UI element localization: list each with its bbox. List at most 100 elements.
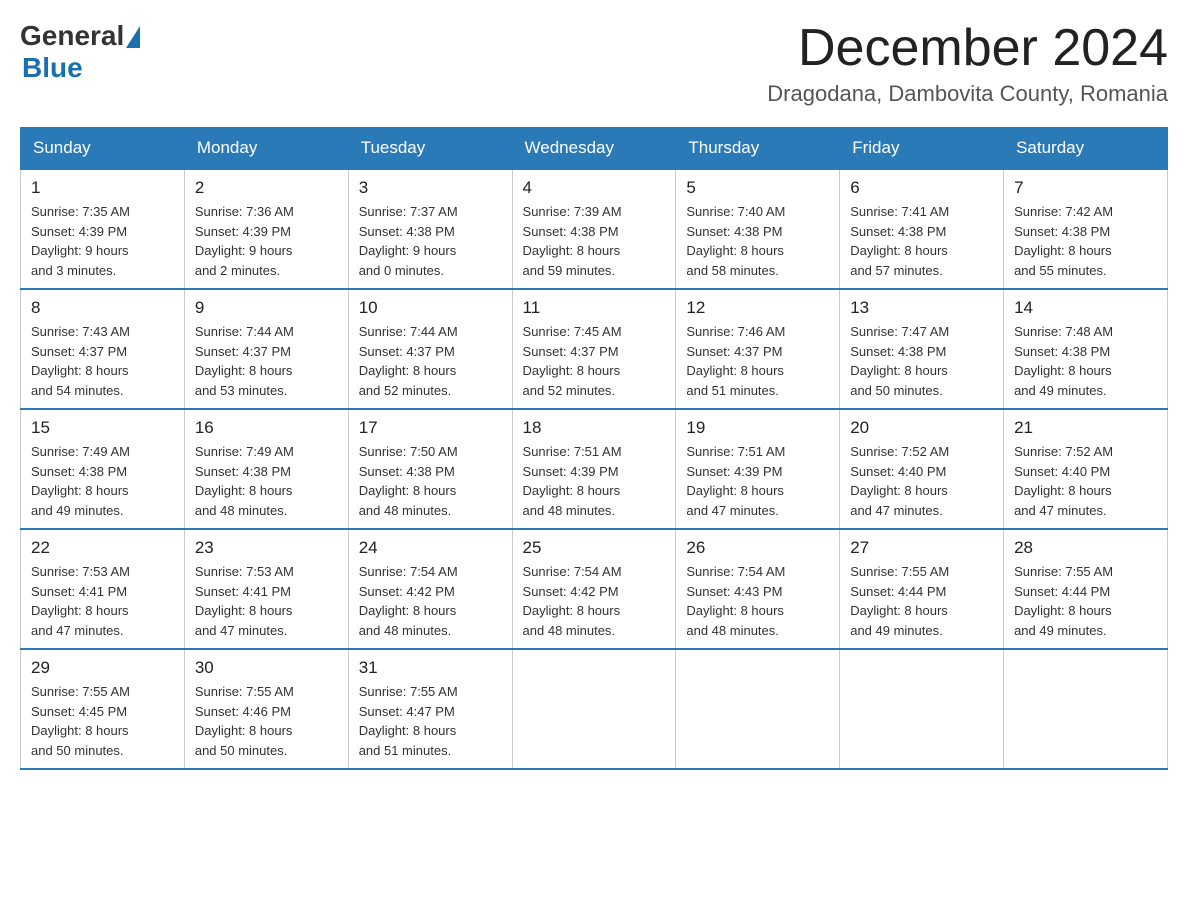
- calendar-cell: [1004, 649, 1168, 769]
- day-number: 4: [523, 178, 666, 198]
- calendar-cell: 14 Sunrise: 7:48 AMSunset: 4:38 PMDaylig…: [1004, 289, 1168, 409]
- calendar-cell: 28 Sunrise: 7:55 AMSunset: 4:44 PMDaylig…: [1004, 529, 1168, 649]
- logo: General Blue: [20, 20, 140, 84]
- calendar-cell: 6 Sunrise: 7:41 AMSunset: 4:38 PMDayligh…: [840, 169, 1004, 289]
- calendar-cell: 12 Sunrise: 7:46 AMSunset: 4:37 PMDaylig…: [676, 289, 840, 409]
- day-info: Sunrise: 7:53 AMSunset: 4:41 PMDaylight:…: [31, 564, 130, 638]
- calendar-cell: 23 Sunrise: 7:53 AMSunset: 4:41 PMDaylig…: [184, 529, 348, 649]
- location-subtitle: Dragodana, Dambovita County, Romania: [767, 81, 1168, 107]
- calendar-cell: 13 Sunrise: 7:47 AMSunset: 4:38 PMDaylig…: [840, 289, 1004, 409]
- day-info: Sunrise: 7:55 AMSunset: 4:44 PMDaylight:…: [850, 564, 949, 638]
- weekday-header-thursday: Thursday: [676, 128, 840, 170]
- day-number: 8: [31, 298, 174, 318]
- day-info: Sunrise: 7:51 AMSunset: 4:39 PMDaylight:…: [523, 444, 622, 518]
- day-number: 27: [850, 538, 993, 558]
- day-info: Sunrise: 7:42 AMSunset: 4:38 PMDaylight:…: [1014, 204, 1113, 278]
- calendar-cell: 5 Sunrise: 7:40 AMSunset: 4:38 PMDayligh…: [676, 169, 840, 289]
- day-info: Sunrise: 7:50 AMSunset: 4:38 PMDaylight:…: [359, 444, 458, 518]
- calendar-cell: 27 Sunrise: 7:55 AMSunset: 4:44 PMDaylig…: [840, 529, 1004, 649]
- calendar-cell: 18 Sunrise: 7:51 AMSunset: 4:39 PMDaylig…: [512, 409, 676, 529]
- day-number: 29: [31, 658, 174, 678]
- calendar-week-row: 15 Sunrise: 7:49 AMSunset: 4:38 PMDaylig…: [21, 409, 1168, 529]
- day-info: Sunrise: 7:54 AMSunset: 4:42 PMDaylight:…: [359, 564, 458, 638]
- day-number: 6: [850, 178, 993, 198]
- day-number: 15: [31, 418, 174, 438]
- day-number: 20: [850, 418, 993, 438]
- day-info: Sunrise: 7:44 AMSunset: 4:37 PMDaylight:…: [359, 324, 458, 398]
- calendar-cell: 22 Sunrise: 7:53 AMSunset: 4:41 PMDaylig…: [21, 529, 185, 649]
- calendar-cell: 8 Sunrise: 7:43 AMSunset: 4:37 PMDayligh…: [21, 289, 185, 409]
- day-info: Sunrise: 7:55 AMSunset: 4:45 PMDaylight:…: [31, 684, 130, 758]
- day-number: 22: [31, 538, 174, 558]
- day-number: 24: [359, 538, 502, 558]
- day-number: 10: [359, 298, 502, 318]
- day-number: 30: [195, 658, 338, 678]
- day-info: Sunrise: 7:43 AMSunset: 4:37 PMDaylight:…: [31, 324, 130, 398]
- calendar-cell: 25 Sunrise: 7:54 AMSunset: 4:42 PMDaylig…: [512, 529, 676, 649]
- day-info: Sunrise: 7:53 AMSunset: 4:41 PMDaylight:…: [195, 564, 294, 638]
- day-info: Sunrise: 7:39 AMSunset: 4:38 PMDaylight:…: [523, 204, 622, 278]
- weekday-header-tuesday: Tuesday: [348, 128, 512, 170]
- day-number: 23: [195, 538, 338, 558]
- day-info: Sunrise: 7:37 AMSunset: 4:38 PMDaylight:…: [359, 204, 458, 278]
- month-title: December 2024: [767, 20, 1168, 77]
- weekday-header-wednesday: Wednesday: [512, 128, 676, 170]
- day-info: Sunrise: 7:44 AMSunset: 4:37 PMDaylight:…: [195, 324, 294, 398]
- calendar-week-row: 1 Sunrise: 7:35 AMSunset: 4:39 PMDayligh…: [21, 169, 1168, 289]
- calendar-cell: [840, 649, 1004, 769]
- day-number: 9: [195, 298, 338, 318]
- calendar-cell: 26 Sunrise: 7:54 AMSunset: 4:43 PMDaylig…: [676, 529, 840, 649]
- calendar-cell: 3 Sunrise: 7:37 AMSunset: 4:38 PMDayligh…: [348, 169, 512, 289]
- weekday-header-sunday: Sunday: [21, 128, 185, 170]
- day-info: Sunrise: 7:55 AMSunset: 4:47 PMDaylight:…: [359, 684, 458, 758]
- weekday-header-friday: Friday: [840, 128, 1004, 170]
- day-number: 26: [686, 538, 829, 558]
- logo-blue-text: Blue: [22, 52, 83, 84]
- day-number: 1: [31, 178, 174, 198]
- day-info: Sunrise: 7:52 AMSunset: 4:40 PMDaylight:…: [850, 444, 949, 518]
- day-info: Sunrise: 7:51 AMSunset: 4:39 PMDaylight:…: [686, 444, 785, 518]
- day-number: 5: [686, 178, 829, 198]
- calendar-cell: 21 Sunrise: 7:52 AMSunset: 4:40 PMDaylig…: [1004, 409, 1168, 529]
- calendar-cell: 16 Sunrise: 7:49 AMSunset: 4:38 PMDaylig…: [184, 409, 348, 529]
- calendar-cell: 4 Sunrise: 7:39 AMSunset: 4:38 PMDayligh…: [512, 169, 676, 289]
- day-number: 17: [359, 418, 502, 438]
- day-info: Sunrise: 7:55 AMSunset: 4:46 PMDaylight:…: [195, 684, 294, 758]
- calendar-week-row: 29 Sunrise: 7:55 AMSunset: 4:45 PMDaylig…: [21, 649, 1168, 769]
- title-area: December 2024 Dragodana, Dambovita Count…: [767, 20, 1168, 107]
- day-info: Sunrise: 7:49 AMSunset: 4:38 PMDaylight:…: [31, 444, 130, 518]
- day-number: 2: [195, 178, 338, 198]
- day-info: Sunrise: 7:54 AMSunset: 4:42 PMDaylight:…: [523, 564, 622, 638]
- day-info: Sunrise: 7:41 AMSunset: 4:38 PMDaylight:…: [850, 204, 949, 278]
- day-number: 21: [1014, 418, 1157, 438]
- day-number: 7: [1014, 178, 1157, 198]
- calendar-cell: 20 Sunrise: 7:52 AMSunset: 4:40 PMDaylig…: [840, 409, 1004, 529]
- day-number: 31: [359, 658, 502, 678]
- calendar-cell: [676, 649, 840, 769]
- calendar-cell: 7 Sunrise: 7:42 AMSunset: 4:38 PMDayligh…: [1004, 169, 1168, 289]
- day-number: 14: [1014, 298, 1157, 318]
- day-number: 12: [686, 298, 829, 318]
- day-info: Sunrise: 7:36 AMSunset: 4:39 PMDaylight:…: [195, 204, 294, 278]
- weekday-header-monday: Monday: [184, 128, 348, 170]
- calendar-cell: 1 Sunrise: 7:35 AMSunset: 4:39 PMDayligh…: [21, 169, 185, 289]
- day-info: Sunrise: 7:48 AMSunset: 4:38 PMDaylight:…: [1014, 324, 1113, 398]
- day-info: Sunrise: 7:55 AMSunset: 4:44 PMDaylight:…: [1014, 564, 1113, 638]
- logo-general-text: General: [20, 20, 124, 52]
- day-number: 11: [523, 298, 666, 318]
- calendar-cell: 17 Sunrise: 7:50 AMSunset: 4:38 PMDaylig…: [348, 409, 512, 529]
- day-info: Sunrise: 7:54 AMSunset: 4:43 PMDaylight:…: [686, 564, 785, 638]
- day-number: 16: [195, 418, 338, 438]
- day-info: Sunrise: 7:35 AMSunset: 4:39 PMDaylight:…: [31, 204, 130, 278]
- day-info: Sunrise: 7:47 AMSunset: 4:38 PMDaylight:…: [850, 324, 949, 398]
- page-header: General Blue December 2024 Dragodana, Da…: [20, 20, 1168, 107]
- day-number: 13: [850, 298, 993, 318]
- calendar-cell: 29 Sunrise: 7:55 AMSunset: 4:45 PMDaylig…: [21, 649, 185, 769]
- calendar-week-row: 8 Sunrise: 7:43 AMSunset: 4:37 PMDayligh…: [21, 289, 1168, 409]
- calendar-cell: 2 Sunrise: 7:36 AMSunset: 4:39 PMDayligh…: [184, 169, 348, 289]
- calendar-cell: 11 Sunrise: 7:45 AMSunset: 4:37 PMDaylig…: [512, 289, 676, 409]
- calendar-cell: 31 Sunrise: 7:55 AMSunset: 4:47 PMDaylig…: [348, 649, 512, 769]
- calendar-week-row: 22 Sunrise: 7:53 AMSunset: 4:41 PMDaylig…: [21, 529, 1168, 649]
- calendar-cell: 10 Sunrise: 7:44 AMSunset: 4:37 PMDaylig…: [348, 289, 512, 409]
- day-number: 28: [1014, 538, 1157, 558]
